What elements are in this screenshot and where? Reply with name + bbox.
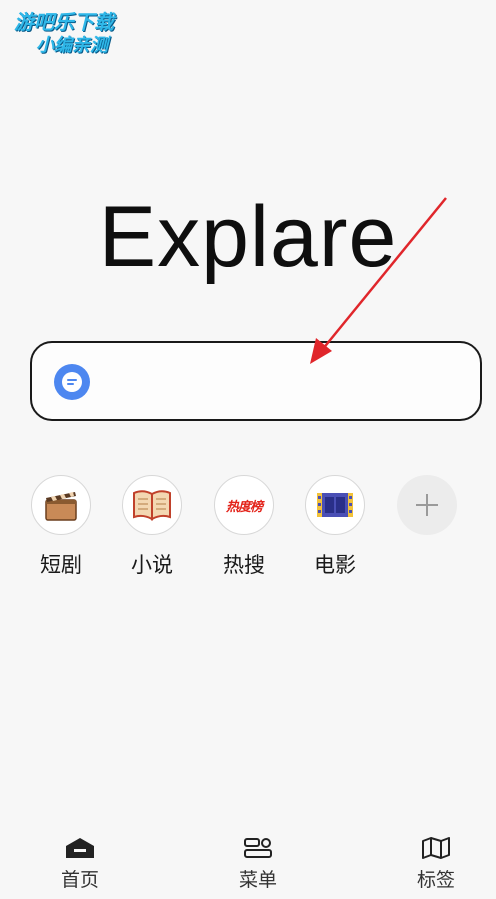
shortcut-novel[interactable]: 小说 bbox=[121, 475, 183, 579]
shortcut-icon-circle bbox=[305, 475, 365, 535]
shortcut-label: 电影 bbox=[314, 553, 356, 577]
bottom-navigation: 首页 菜单 标签 bbox=[0, 829, 496, 899]
shortcut-icon-circle bbox=[122, 475, 182, 535]
shortcut-icon-circle bbox=[31, 475, 91, 535]
annotation-arrow bbox=[310, 197, 447, 364]
watermark-line1: 游吧乐下载 bbox=[14, 10, 114, 34]
nav-bookmarks[interactable]: 标签 bbox=[396, 837, 476, 892]
search-input[interactable] bbox=[30, 341, 482, 421]
nav-menu[interactable]: 菜单 bbox=[218, 837, 298, 892]
shortcut-grid: 短剧 小说 热度榜 热搜 电影 bbox=[30, 475, 470, 585]
add-icon bbox=[416, 494, 438, 516]
chat-bubble-icon[interactable] bbox=[54, 364, 90, 400]
nav-home[interactable]: 首页 bbox=[40, 837, 120, 892]
watermark-logo: 游吧乐下载 小编亲测 bbox=[14, 10, 154, 70]
nav-menu-label: 菜单 bbox=[238, 869, 277, 891]
clapperboard-icon bbox=[45, 492, 77, 521]
open-book-icon bbox=[133, 490, 171, 521]
menu-icon bbox=[244, 838, 272, 858]
shortcut-hot-search[interactable]: 热度榜 热搜 bbox=[213, 475, 275, 579]
shortcut-label: 小说 bbox=[131, 553, 173, 577]
shortcut-icon-circle: 热度榜 bbox=[214, 475, 274, 535]
nav-home-label: 首页 bbox=[60, 869, 99, 891]
shortcut-movie[interactable]: 电影 bbox=[304, 475, 366, 579]
browser-logo: Explare bbox=[98, 189, 398, 285]
film-strip-icon bbox=[317, 493, 353, 517]
watermark-line2: 小编亲测 bbox=[36, 35, 108, 56]
shortcut-label: 热搜 bbox=[223, 553, 265, 577]
home-icon bbox=[66, 838, 94, 858]
shortcut-label: 短剧 bbox=[40, 553, 82, 577]
map-icon bbox=[422, 837, 450, 859]
shortcut-icon-circle bbox=[397, 475, 457, 535]
add-shortcut-button[interactable] bbox=[396, 475, 458, 549]
hot-list-icon: 热度榜 bbox=[225, 499, 263, 515]
shortcut-short-drama[interactable]: 短剧 bbox=[30, 475, 92, 579]
nav-bookmarks-label: 标签 bbox=[416, 869, 455, 891]
